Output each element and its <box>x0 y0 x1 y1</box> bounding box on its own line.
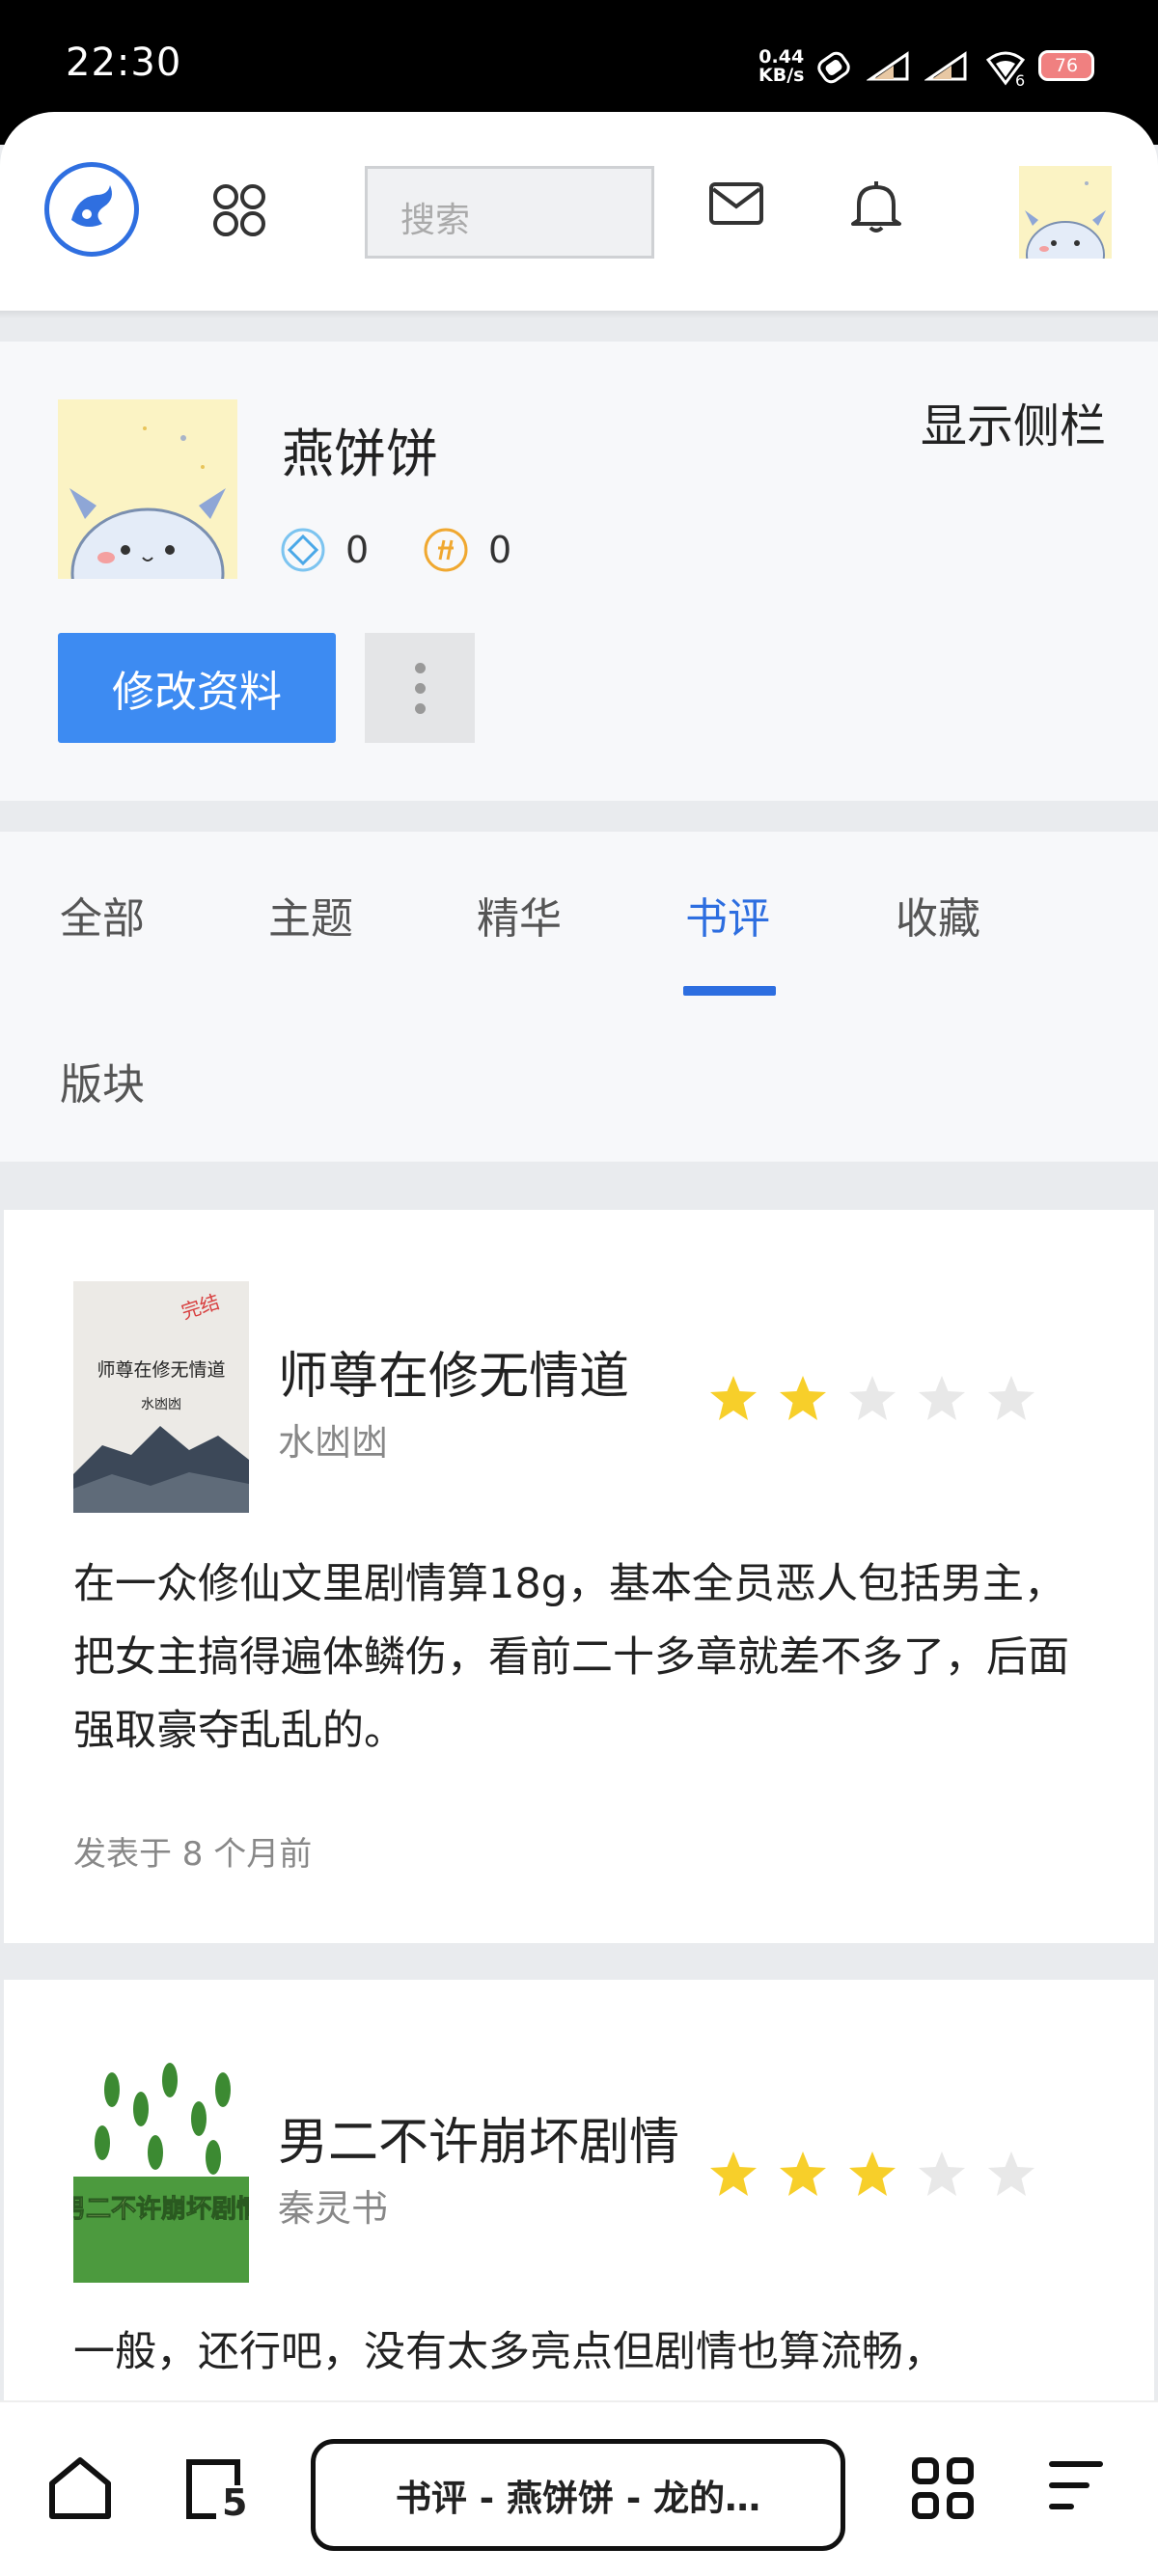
diamond-icon <box>281 528 325 572</box>
star-filled-icon <box>780 2151 826 2196</box>
grid-icon[interactable] <box>911 2456 975 2520</box>
user-avatar-small[interactable] <box>1019 166 1112 259</box>
posted-time: 发表于 8 个月前 <box>73 1835 313 1874</box>
star-filled-icon <box>849 2151 896 2196</box>
stat-coin: 0 <box>423 527 511 573</box>
review-text: 一般，还行吧，没有太多亮点但剧情也算流畅， <box>73 2328 945 2376</box>
book-cover-image: 完结 师尊在修无情道 水凼凼 <box>73 1281 249 1513</box>
star-empty-icon <box>849 1376 896 1420</box>
more-options-button[interactable] <box>365 633 475 743</box>
star-empty-icon <box>988 2151 1034 2196</box>
mascot-avatar-icon <box>1025 181 1106 259</box>
edit-profile-button[interactable]: 修改资料 <box>58 633 336 743</box>
more-dot-icon <box>414 662 426 673</box>
leaf-icon <box>817 51 850 84</box>
home-icon[interactable] <box>46 2456 114 2520</box>
signal-1-icon <box>867 51 909 81</box>
rating-stars <box>708 2150 1036 2198</box>
star-filled-icon <box>710 1376 757 1420</box>
toggle-sidebar-link[interactable]: 显示侧栏 <box>921 388 1106 455</box>
bell-icon[interactable] <box>847 178 905 235</box>
tab-favorites[interactable]: 收藏 <box>896 884 980 945</box>
svg-text:水凼凼: 水凼凼 <box>141 1397 181 1412</box>
address-bar[interactable]: 书评 - 燕饼饼 - 龙的… <box>311 2439 845 2551</box>
book-cover-image: 男二不许崩坏剧情 <box>73 2051 249 2283</box>
tab-all[interactable]: 全部 <box>60 884 145 945</box>
mascot-avatar-icon <box>69 426 226 579</box>
apps-icon[interactable] <box>210 181 268 239</box>
rating-stars <box>708 1374 1036 1422</box>
book-title[interactable]: 男二不许崩坏剧情 <box>278 2101 679 2174</box>
profile-card: 燕饼饼 显示侧栏 0 0 修改资料 <box>0 342 1158 801</box>
wifi-label: 6 <box>1015 71 1026 90</box>
star-empty-icon <box>919 2151 965 2196</box>
svg-text:师尊在修无情道: 师尊在修无情道 <box>96 1359 225 1381</box>
net-speed: 0.44 KB/s <box>758 46 805 86</box>
mail-icon[interactable] <box>708 181 764 226</box>
book-cover[interactable]: 完结 师尊在修无情道 水凼凼 <box>73 1281 249 1513</box>
book-author[interactable]: 水凼凼 <box>278 1412 388 1466</box>
review-card[interactable]: 完结 师尊在修无情道 水凼凼 师尊在修无情道 水凼凼 在一众修仙文里剧情算18g… <box>4 1210 1154 1943</box>
username: 燕饼饼 <box>282 424 438 484</box>
tab-reviews[interactable]: 书评 <box>685 884 770 945</box>
tab-featured[interactable]: 精华 <box>477 884 562 945</box>
profile-tabs: 全部 主题 精华 书评 收藏 版块 <box>0 832 1158 1162</box>
dragon-logo-icon <box>71 185 112 227</box>
user-avatar-large[interactable] <box>58 399 237 579</box>
browser-bottom-bar: 5 书评 - 燕饼饼 - 龙的… <box>0 2400 1158 2576</box>
star-filled-icon <box>710 2151 757 2196</box>
stat-diamond: 0 <box>280 527 369 573</box>
star-filled-icon <box>780 1376 826 1420</box>
svg-text:男二不许崩坏剧情: 男二不许崩坏剧情 <box>73 2195 249 2224</box>
status-time: 22:30 <box>66 41 182 85</box>
star-empty-icon <box>988 1376 1034 1420</box>
menu-icon[interactable] <box>1046 2456 1106 2514</box>
coin-icon <box>424 528 468 572</box>
book-author[interactable]: 秦灵书 <box>278 2179 388 2232</box>
site-logo[interactable] <box>44 162 139 257</box>
battery-icon: 76 <box>1038 50 1094 81</box>
search-input[interactable]: 搜索 <box>365 166 654 259</box>
active-tab-indicator <box>683 986 776 996</box>
site-header: 搜索 <box>0 112 1158 318</box>
review-text: 在一众修仙文里剧情算18g，基本全员恶人包括男主，把女主搞得遍体鳞伤，看前二十多… <box>73 1560 1069 1755</box>
tab-topics[interactable]: 主题 <box>268 884 353 945</box>
book-title[interactable]: 师尊在修无情道 <box>278 1335 629 1408</box>
tabs-count-button[interactable]: 5 <box>181 2456 249 2524</box>
star-empty-icon <box>919 1376 965 1420</box>
tab-boards[interactable]: 版块 <box>60 1050 145 1111</box>
book-cover[interactable]: 男二不许崩坏剧情 <box>73 2051 249 2283</box>
signal-2-icon <box>924 51 967 81</box>
